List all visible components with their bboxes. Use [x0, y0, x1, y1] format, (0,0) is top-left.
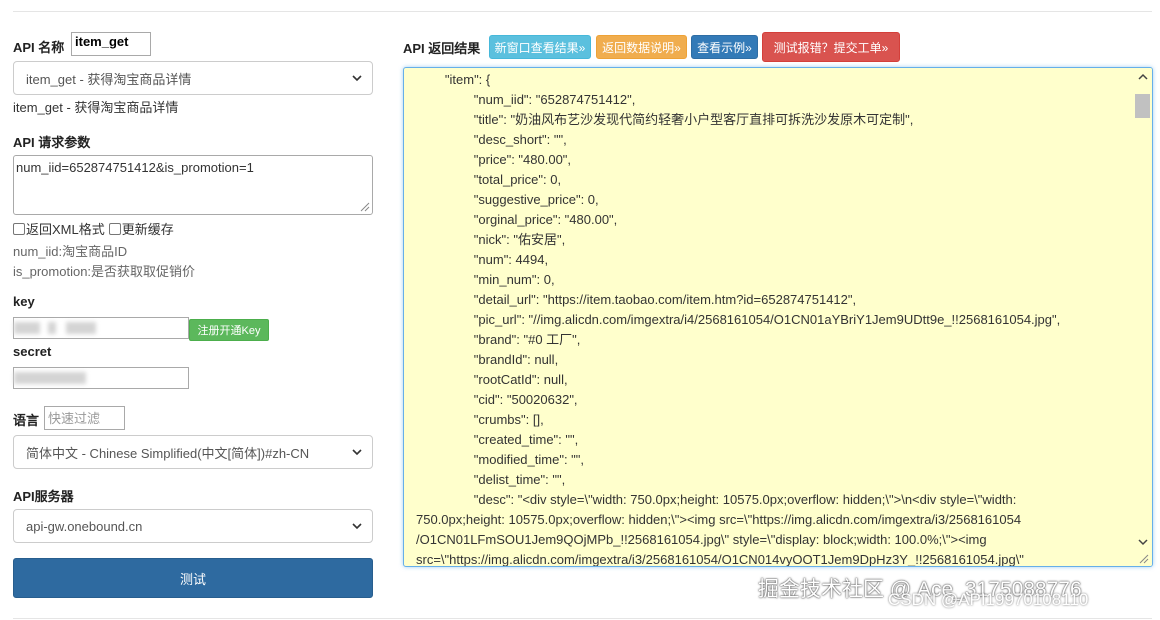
- options-row: 返回XML格式 更新缓存: [13, 219, 174, 238]
- server-select[interactable]: api-gw.onebound.cn: [13, 509, 373, 543]
- language-select[interactable]: 简体中文 - Chinese Simplified(中文[简体])#zh-CN: [13, 435, 373, 469]
- result-line: "total_price": 0,: [416, 172, 562, 187]
- secret-input[interactable]: [13, 367, 189, 389]
- params-label: API 请求参数: [13, 135, 91, 150]
- result-scrollbar[interactable]: [1135, 68, 1152, 566]
- scroll-up-icon[interactable]: [1137, 71, 1149, 83]
- api-name-input[interactable]: item_get: [71, 32, 151, 56]
- chevron-down-icon: [352, 449, 362, 456]
- result-line: "num": 4494,: [416, 252, 549, 267]
- language-select-value: 简体中文 - Chinese Simplified(中文[简体])#zh-CN: [26, 445, 310, 461]
- api-description: item_get - 获得淘宝商品详情: [13, 100, 179, 115]
- result-line: "title": "奶油风布艺沙发现代简约轻奢小户型客厅直排可拆洗沙发原木可定制…: [416, 112, 914, 127]
- xml-checkbox[interactable]: [13, 222, 25, 235]
- register-key-button[interactable]: 注册开通Key: [189, 319, 269, 341]
- result-content: "item": { "num_iid": "652874751412", "ti…: [416, 70, 1132, 566]
- watermark-sub: CSDN @API19970108110: [888, 590, 1089, 609]
- data-description-button[interactable]: 返回数据说明»: [596, 35, 687, 59]
- scroll-down-icon[interactable]: [1137, 536, 1149, 548]
- result-line: "detail_url": "https://item.taobao.com/i…: [416, 292, 857, 307]
- server-select-value: api-gw.onebound.cn: [26, 518, 143, 534]
- result-line: "cid": "50020632",: [416, 392, 578, 407]
- result-line: "modified_time": "",: [416, 452, 585, 467]
- result-line: "crumbs": [],: [416, 412, 544, 427]
- result-line: 750.0px;height: 10575.0px;overflow: hidd…: [416, 512, 1022, 527]
- language-label: 语言: [13, 413, 40, 428]
- chevron-down-icon: [352, 75, 362, 82]
- result-line: "rootCatId": null,: [416, 372, 568, 387]
- cache-checkbox-label: 更新缓存: [121, 222, 174, 237]
- view-example-button[interactable]: 查看示例»: [691, 35, 758, 59]
- params-value: num_iid=652874751412&is_promotion=1: [16, 160, 254, 175]
- xml-checkbox-label: 返回XML格式: [26, 222, 105, 237]
- result-line: /O1CN01LFmSOU1Jem9QOjMPb_!!2568161054.jp…: [416, 532, 987, 547]
- scrollbar-thumb[interactable]: [1135, 94, 1150, 118]
- top-divider: [13, 11, 1152, 12]
- test-button[interactable]: 测试: [13, 558, 373, 598]
- key-label: key: [13, 294, 35, 309]
- result-textarea[interactable]: "item": { "num_iid": "652874751412", "ti…: [403, 67, 1153, 567]
- secret-label: secret: [13, 344, 52, 359]
- resize-grip-icon: [1139, 554, 1149, 564]
- result-line: "created_time": "",: [416, 432, 579, 447]
- language-filter-input[interactable]: 快速过滤: [44, 406, 125, 430]
- result-line: "desc": "<div style=\"width: 750.0px;hei…: [416, 492, 1017, 507]
- result-line: "pic_url": "//img.alicdn.com/imgextra/i4…: [416, 312, 1061, 327]
- result-line: "price": "480.00",: [416, 152, 572, 167]
- new-window-button[interactable]: 新窗口查看结果»: [489, 35, 591, 59]
- result-line: src=\"https://img.alicdn.com/imgextra/i3…: [416, 552, 1024, 566]
- result-line: "desc_short": "",: [416, 132, 567, 147]
- result-line: "item": {: [416, 72, 491, 87]
- param-hint-num-iid: num_iid:淘宝商品ID: [13, 244, 128, 259]
- params-textarea[interactable]: num_iid=652874751412&is_promotion=1: [13, 155, 373, 215]
- report-error-button[interactable]: 测试报错？提交工单»: [762, 32, 900, 62]
- key-input[interactable]: [13, 317, 189, 339]
- result-line: "brand": "#0 工厂",: [416, 332, 581, 347]
- result-line: "suggestive_price": 0,: [416, 192, 599, 207]
- result-line: "delist_time": "",: [416, 472, 566, 487]
- result-line: "orginal_price": "480.00",: [416, 212, 618, 227]
- result-label: API 返回结果: [403, 41, 481, 56]
- bottom-divider: [13, 618, 1152, 619]
- chevron-down-icon: [352, 523, 362, 530]
- api-select-value: item_get - 获得淘宝商品详情: [26, 71, 192, 87]
- server-label: API服务器: [13, 489, 74, 504]
- resize-grip-icon: [360, 202, 370, 212]
- result-line: "num_iid": "652874751412",: [416, 92, 636, 107]
- param-hint-promotion: is_promotion:是否获取取促销价: [13, 264, 196, 279]
- api-select[interactable]: item_get - 获得淘宝商品详情: [13, 61, 373, 95]
- result-line: "nick": "佑安居",: [416, 232, 566, 247]
- result-line: "brandId": null,: [416, 352, 559, 367]
- result-line: "min_num": 0,: [416, 272, 555, 287]
- cache-checkbox[interactable]: [108, 222, 121, 235]
- api-name-label: API 名称: [13, 40, 65, 55]
